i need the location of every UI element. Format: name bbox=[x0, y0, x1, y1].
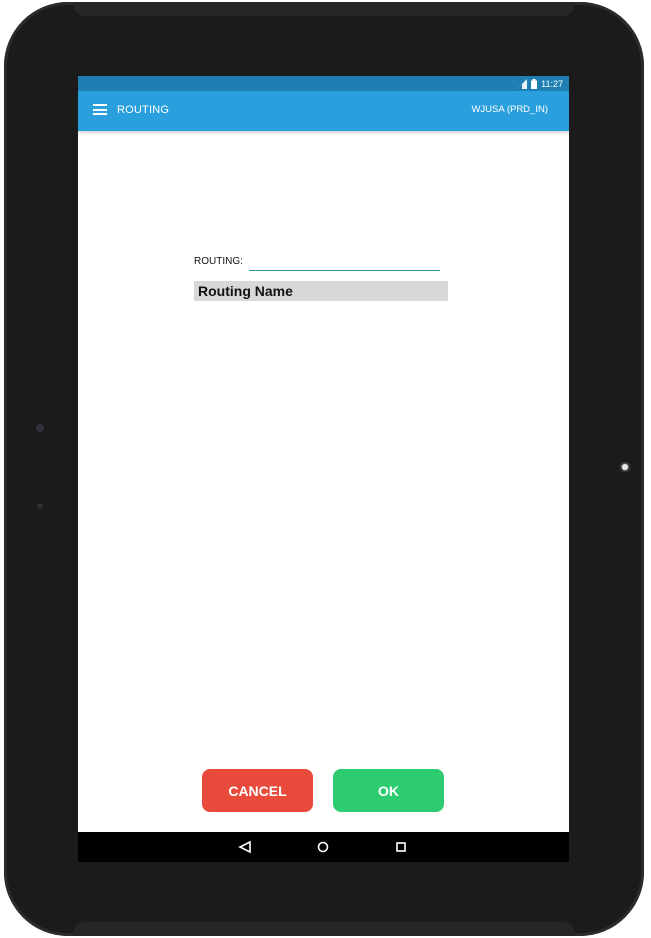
environment-label: WJUSA (PRD_IN) bbox=[471, 104, 548, 115]
routing-input[interactable] bbox=[249, 252, 440, 271]
battery-icon bbox=[531, 78, 538, 89]
back-icon[interactable] bbox=[238, 840, 252, 854]
cancel-button[interactable]: CANCEL bbox=[202, 769, 313, 812]
tablet-device: 11:27 ROUTING WJUSA (PRD_IN) ROUTING: Ro… bbox=[0, 0, 651, 938]
routing-field-label: ROUTING: bbox=[194, 256, 243, 267]
status-icons: 11:27 bbox=[517, 77, 563, 90]
app-bar: ROUTING WJUSA (PRD_IN) bbox=[78, 91, 569, 131]
menu-icon[interactable] bbox=[93, 104, 107, 118]
sensor-dot-icon bbox=[37, 503, 43, 509]
front-camera-icon bbox=[36, 424, 44, 432]
app-screen: 11:27 ROUTING WJUSA (PRD_IN) ROUTING: Ro… bbox=[78, 76, 569, 862]
status-bar: 11:27 bbox=[78, 76, 569, 91]
navigation-bar bbox=[78, 832, 569, 862]
signal-icon bbox=[517, 78, 528, 89]
ok-button[interactable]: OK bbox=[333, 769, 444, 812]
status-time: 11:27 bbox=[541, 78, 563, 89]
home-icon[interactable] bbox=[316, 840, 330, 854]
notification-light-icon bbox=[622, 464, 628, 470]
page-title: ROUTING bbox=[117, 104, 170, 116]
recents-icon[interactable] bbox=[394, 840, 408, 854]
routing-name-header: Routing Name bbox=[194, 281, 448, 301]
